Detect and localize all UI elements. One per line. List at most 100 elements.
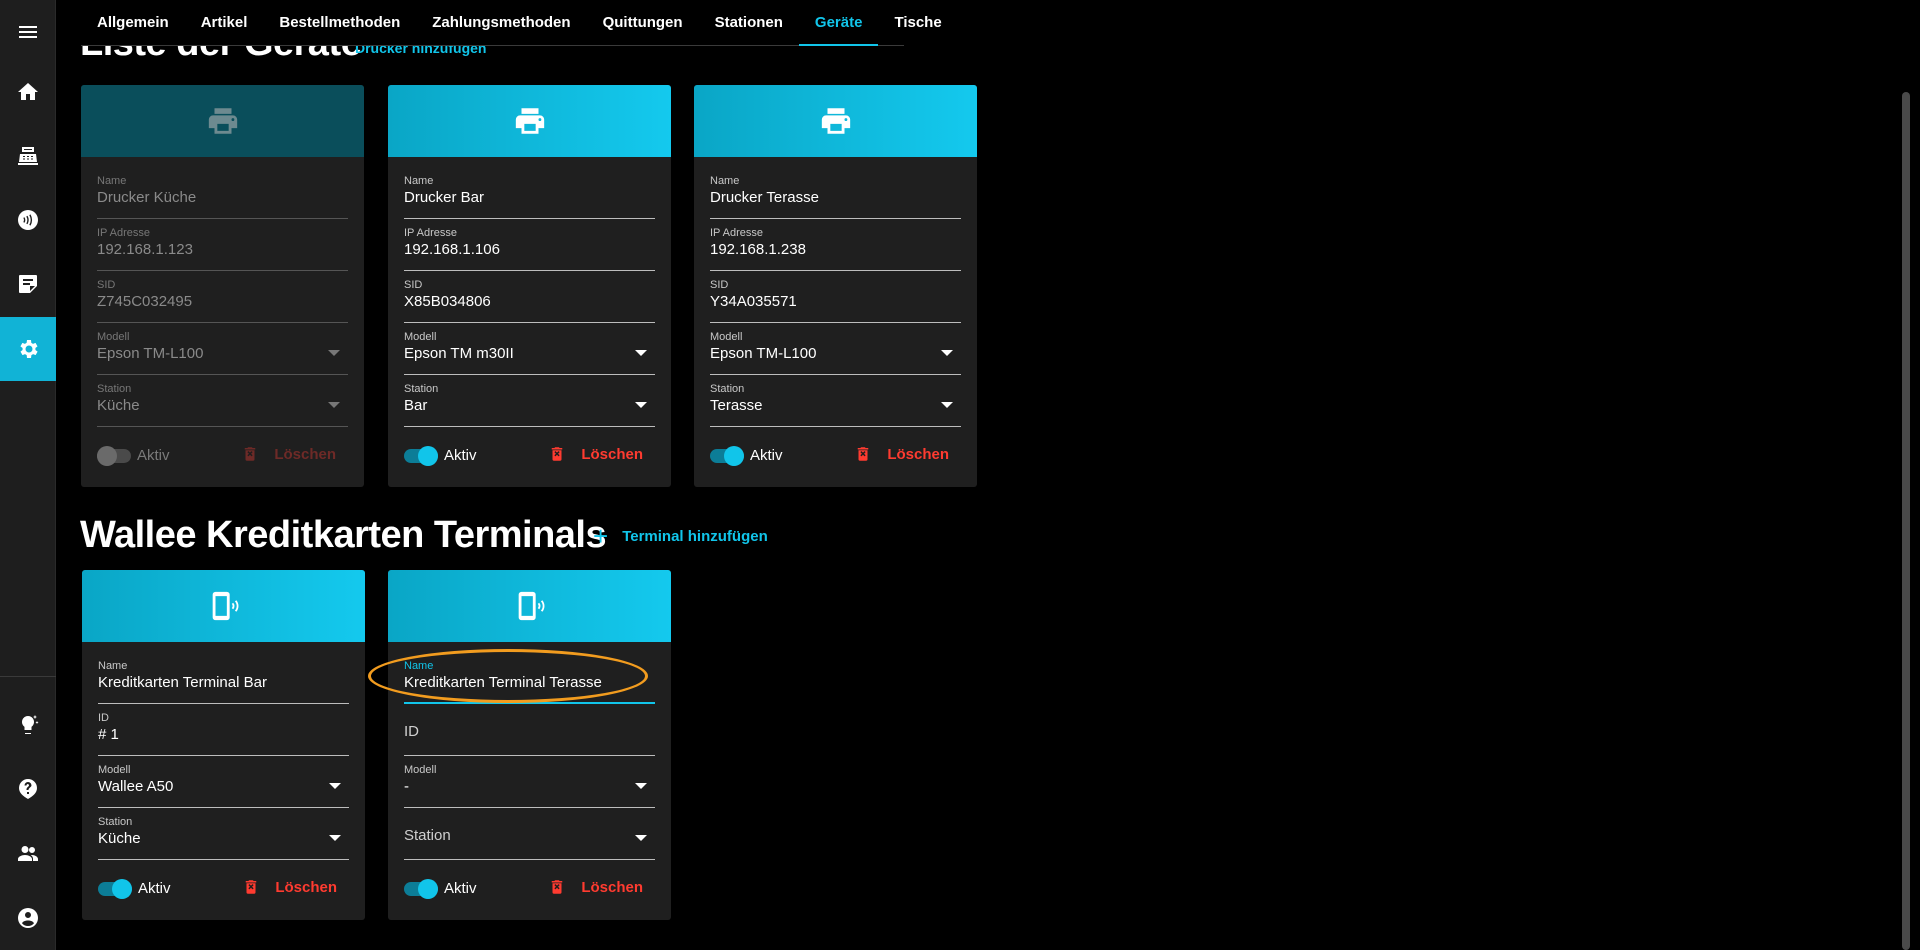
nav-home[interactable] — [0, 60, 56, 124]
printer-card: Name Drucker Küche IP Adresse 192.168.1.… — [81, 85, 364, 487]
terminal-id-field[interactable]: ID — [404, 704, 655, 756]
trash-icon — [552, 880, 563, 894]
printer-name-field[interactable]: Name Drucker Terasse — [710, 167, 961, 219]
tab-artikel[interactable]: Artikel — [185, 0, 264, 45]
printer-name-field[interactable]: Name Drucker Bar — [404, 167, 655, 219]
field-value: Drucker Küche — [97, 189, 197, 206]
tab-bestellmethoden[interactable]: Bestellmethoden — [263, 0, 416, 45]
nav-help[interactable] — [0, 757, 56, 821]
printer-ip-field[interactable]: IP Adresse 192.168.1.123 — [97, 219, 348, 271]
delete-button[interactable]: Löschen — [548, 878, 643, 896]
tab-tische[interactable]: Tische — [878, 0, 957, 45]
chevron-down-icon — [941, 402, 953, 408]
printer-sid-field[interactable]: SID X85B034806 — [404, 271, 655, 323]
field-value: X85B034806 — [404, 293, 491, 310]
active-toggle[interactable] — [404, 446, 438, 466]
printer-station-select[interactable]: Station Terasse — [710, 375, 961, 427]
field-value: Epson TM-L100 — [97, 345, 204, 362]
field-value: Drucker Terasse — [710, 189, 819, 206]
tab-quittungen[interactable]: Quittungen — [587, 0, 699, 45]
printer-sid-field[interactable]: SID Z745C032495 — [97, 271, 348, 323]
page-scrollbar[interactable] — [1902, 92, 1910, 950]
terminal-station-select[interactable]: Station — [404, 808, 655, 860]
field-label: Modell — [404, 764, 437, 776]
plus-icon: + — [593, 521, 609, 551]
active-toggle[interactable] — [97, 446, 131, 466]
printer-ip-field[interactable]: IP Adresse 192.168.1.106 — [404, 219, 655, 271]
active-label: Aktiv — [138, 880, 171, 897]
lightbulb-icon — [21, 715, 39, 734]
terminal-card: Name Kreditkarten Terminal Bar ID # 1 Mo… — [82, 570, 365, 920]
nav-settings[interactable] — [0, 317, 56, 381]
active-label: Aktiv — [444, 447, 477, 464]
active-toggle[interactable] — [98, 879, 132, 899]
field-label: Station — [98, 816, 133, 828]
add-terminal-button[interactable]: + Terminal hinzufügen — [593, 523, 768, 549]
active-label: Aktiv — [750, 447, 783, 464]
terminal-card: Name Kreditkarten Terminal Terasse ID Mo… — [388, 570, 671, 920]
active-label: Aktiv — [444, 880, 477, 897]
trash-icon — [552, 447, 563, 461]
field-value: Epson TM-L100 — [710, 345, 817, 362]
printer-station-select[interactable]: Station Bar — [404, 375, 655, 427]
printer-model-select[interactable]: Modell Epson TM-L100 — [97, 323, 348, 375]
phone-terminal-icon — [518, 591, 544, 621]
field-value: Küche — [98, 830, 141, 847]
printers-section-header: Liste der Geräte Drucker hinzufügen — [70, 46, 770, 70]
tab-zahlungsmethoden[interactable]: Zahlungsmethoden — [416, 0, 586, 45]
delete-button[interactable]: Löschen — [242, 878, 337, 896]
delete-button[interactable]: Löschen — [548, 445, 643, 463]
terminal-model-select[interactable]: Modell Wallee A50 — [98, 756, 349, 808]
tab-stationen[interactable]: Stationen — [699, 0, 799, 45]
delete-label: Löschen — [581, 445, 643, 463]
nav-cash-register[interactable] — [0, 124, 56, 188]
printer-station-select[interactable]: Station Küche — [97, 375, 348, 427]
nav-users[interactable] — [0, 821, 56, 885]
printer-sid-field[interactable]: SID Y34A035571 — [710, 271, 961, 323]
add-terminal-label: Terminal hinzufügen — [622, 527, 768, 545]
highlight-annotation — [368, 649, 648, 703]
tab-allgemein[interactable]: Allgemein — [81, 0, 185, 45]
field-label: Name — [710, 175, 740, 187]
printer-name-field[interactable]: Name Drucker Küche — [97, 167, 348, 219]
terminal-id-field[interactable]: ID # 1 — [98, 704, 349, 756]
settings-tabs: Allgemein Artikel Bestellmethoden Zahlun… — [81, 0, 942, 46]
terminal-model-select[interactable]: Modell - — [404, 756, 655, 808]
terminal-name-field[interactable]: Name Kreditkarten Terminal Bar — [98, 652, 349, 704]
active-label: Aktiv — [137, 447, 170, 464]
chevron-down-icon — [329, 783, 341, 789]
tab-geraete[interactable]: Geräte — [798, 0, 879, 46]
field-value: Bar — [404, 397, 428, 414]
chevron-down-icon — [328, 402, 340, 408]
field-value: Drucker Bar — [404, 189, 485, 206]
nav-ideas[interactable] — [0, 693, 56, 757]
field-value: Küche — [97, 397, 140, 414]
delete-button[interactable]: Löschen — [241, 445, 336, 463]
field-label: Modell — [710, 331, 743, 343]
printer-model-select[interactable]: Modell Epson TM m30II — [404, 323, 655, 375]
users-icon — [18, 846, 38, 861]
active-toggle[interactable] — [404, 879, 438, 899]
trash-icon — [246, 880, 257, 894]
trash-icon — [245, 447, 256, 461]
nav-contactless[interactable] — [0, 188, 56, 252]
chevron-down-icon — [941, 350, 953, 356]
field-placeholder: Station — [404, 827, 451, 844]
phone-terminal-icon — [212, 591, 238, 621]
nav-notes[interactable] — [0, 252, 56, 316]
cash-register-icon — [18, 147, 38, 165]
menu-button[interactable] — [0, 0, 56, 64]
active-toggle[interactable] — [710, 446, 744, 466]
printer-model-select[interactable]: Modell Epson TM-L100 — [710, 323, 961, 375]
field-value: Wallee A50 — [98, 778, 174, 795]
printer-ip-field[interactable]: IP Adresse 192.168.1.238 — [710, 219, 961, 271]
chevron-down-icon — [635, 402, 647, 408]
field-label: Modell — [97, 331, 130, 343]
nav-account[interactable] — [0, 886, 56, 950]
terminal-card-header — [82, 570, 365, 642]
add-printer-link[interactable]: Drucker hinzufügen — [355, 46, 486, 56]
terminal-station-select[interactable]: Station Küche — [98, 808, 349, 860]
delete-button[interactable]: Löschen — [854, 445, 949, 463]
field-value: Z745C032495 — [97, 293, 193, 310]
menu-icon — [19, 26, 37, 38]
